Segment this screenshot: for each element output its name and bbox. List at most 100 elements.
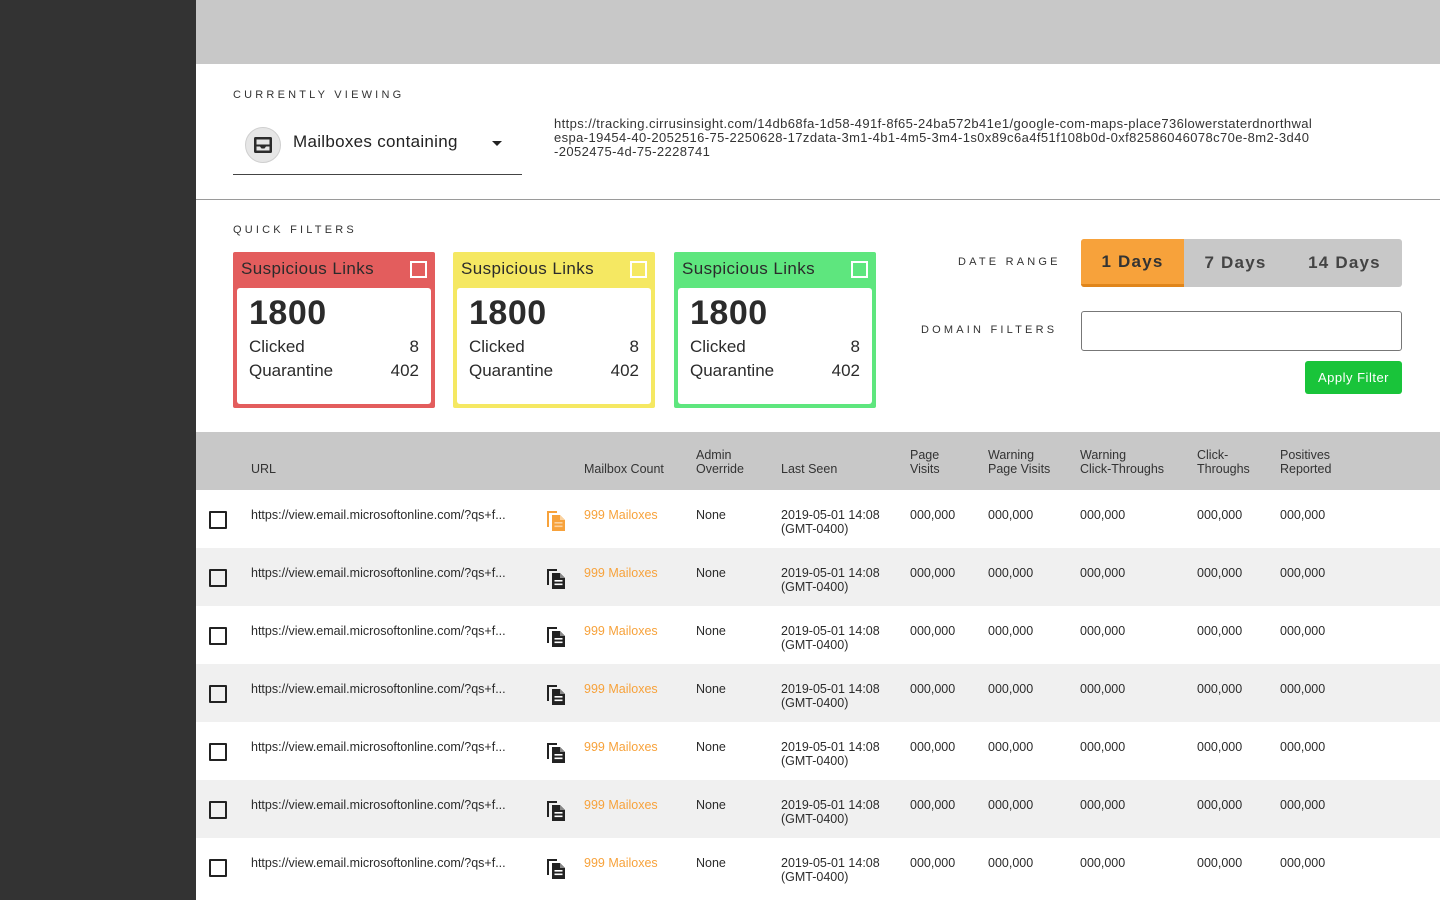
last-seen-cell: 2019-05-01 14:08 (GMT-0400) <box>781 682 880 710</box>
quarantine-value: 402 <box>610 361 639 380</box>
last-seen-cell: 2019-05-01 14:08 (GMT-0400) <box>781 624 880 652</box>
quick-filter-card-green[interactable]: Suspicious Links 1800 Clicked 8 Quarantin… <box>674 252 876 408</box>
click-throughs-cell: 000,000 <box>1197 856 1243 870</box>
warning-click-throughs-cell: 000,000 <box>1080 856 1126 870</box>
table-row[interactable]: https://view.email.microsoftonline.com/?… <box>196 664 1440 722</box>
row-checkbox[interactable] <box>209 743 227 761</box>
clicked-label: Clicked <box>249 337 305 356</box>
row-checkbox[interactable] <box>209 627 227 645</box>
mailbox-count-link[interactable]: 999 Mailoxes <box>584 856 658 870</box>
table-row[interactable]: https://view.email.microsoftonline.com/?… <box>196 606 1440 664</box>
table-row[interactable]: https://view.email.microsoftonline.com/?… <box>196 548 1440 606</box>
warning-page-visits-cell: 000,000 <box>988 740 1034 754</box>
row-checkbox[interactable] <box>209 859 227 877</box>
quick-filter-checkbox[interactable] <box>851 260 868 278</box>
warning-click-throughs-cell: 000,000 <box>1080 682 1126 696</box>
last-seen-cell: 2019-05-01 14:08 (GMT-0400) <box>781 508 880 536</box>
quick-filter-card-red[interactable]: Suspicious Links 1800 Clicked 8 Quarantin… <box>233 252 435 408</box>
column-last-seen[interactable]: Last Seen <box>781 462 837 476</box>
admin-override-cell: None <box>696 682 726 696</box>
mailbox-count-link[interactable]: 999 Mailoxes <box>584 798 658 812</box>
table-row[interactable]: https://view.email.microsoftonline.com/?… <box>196 490 1440 548</box>
last-seen-cell: 2019-05-01 14:08 (GMT-0400) <box>781 740 880 768</box>
date-14-days-button[interactable]: 14 Days <box>1287 239 1402 287</box>
date-1-days-button[interactable]: 1 Days <box>1081 239 1184 287</box>
column-positives-reported[interactable]: Positives Reported <box>1280 448 1331 476</box>
row-checkbox[interactable] <box>209 511 227 529</box>
quick-filter-body: 1800 Clicked 8 Quarantine 402 <box>237 288 431 404</box>
positives-reported-cell: 000,000 <box>1280 508 1326 522</box>
url-cell: https://view.email.microsoftonline.com/?… <box>251 682 506 696</box>
quarantine-value: 402 <box>390 361 419 380</box>
mailbox-count-link[interactable]: 999 Mailoxes <box>584 740 658 754</box>
column-warning-click-throughs[interactable]: Warning Click-Throughs <box>1080 448 1164 476</box>
clicked-label: Clicked <box>469 337 525 356</box>
column-warning-page-visits[interactable]: Warning Page Visits <box>988 448 1050 476</box>
column-click-throughs[interactable]: Click- Throughs <box>1197 448 1250 476</box>
page-visits-cell: 000,000 <box>910 624 956 638</box>
quick-filter-body: 1800 Clicked 8 Quarantine 402 <box>457 288 651 404</box>
warning-click-throughs-cell: 000,000 <box>1080 798 1126 812</box>
date-range-toggle: 1 Days 7 Days 14 Days <box>1081 239 1402 287</box>
mailbox-count-link[interactable]: 999 Mailoxes <box>584 682 658 696</box>
row-checkbox[interactable] <box>209 801 227 819</box>
mailbox-filter-value: Mailboxes containing <box>293 132 458 151</box>
click-throughs-cell: 000,000 <box>1197 740 1243 754</box>
quarantine-label: Quarantine <box>249 361 334 380</box>
apply-filter-button[interactable]: Apply Filter <box>1305 361 1402 394</box>
mailbox-count-link[interactable]: 999 Mailoxes <box>584 508 658 522</box>
column-mailbox-count[interactable]: Mailbox Count <box>584 462 664 476</box>
quick-filter-count: 1800 <box>690 294 768 332</box>
copy-icon[interactable] <box>545 566 567 590</box>
positives-reported-cell: 000,000 <box>1280 624 1326 638</box>
warning-click-throughs-cell: 000,000 <box>1080 508 1126 522</box>
copy-icon[interactable] <box>545 740 567 764</box>
quick-filter-title: Suspicious Links <box>241 259 375 278</box>
inbox-icon <box>245 127 281 163</box>
last-seen-cell: 2019-05-01 14:08 (GMT-0400) <box>781 566 880 594</box>
positives-reported-cell: 000,000 <box>1280 682 1326 696</box>
copy-icon[interactable] <box>545 508 567 532</box>
click-throughs-cell: 000,000 <box>1197 566 1243 580</box>
row-checkbox[interactable] <box>209 569 227 587</box>
mailbox-count-link[interactable]: 999 Mailoxes <box>584 624 658 638</box>
table-row[interactable]: https://view.email.microsoftonline.com/?… <box>196 838 1440 896</box>
quick-filter-title: Suspicious Links <box>461 259 595 278</box>
warning-page-visits-cell: 000,000 <box>988 798 1034 812</box>
date-7-days-button[interactable]: 7 Days <box>1184 239 1287 287</box>
admin-override-cell: None <box>696 566 726 580</box>
clicked-label: Clicked <box>690 337 746 356</box>
domain-filter-input[interactable] <box>1081 311 1402 351</box>
page-visits-cell: 000,000 <box>910 798 956 812</box>
quick-filter-card-yellow[interactable]: Suspicious Links 1800 Clicked 8 Quarantin… <box>453 252 655 408</box>
column-url[interactable]: URL <box>251 462 276 476</box>
table-row[interactable]: https://view.email.microsoftonline.com/?… <box>196 780 1440 838</box>
links-table: URL Mailbox Count Admin Override Last Se… <box>196 432 1440 896</box>
url-cell: https://view.email.microsoftonline.com/?… <box>251 740 506 754</box>
quick-filter-checkbox[interactable] <box>630 260 647 278</box>
column-page-visits[interactable]: Page Visits <box>910 448 940 476</box>
copy-icon[interactable] <box>545 682 567 706</box>
table-row[interactable]: https://view.email.microsoftonline.com/?… <box>196 722 1440 780</box>
copy-icon[interactable] <box>545 624 567 648</box>
positives-reported-cell: 000,000 <box>1280 798 1326 812</box>
date-range-label: DATE RANGE <box>958 256 1061 268</box>
quick-filter-count: 1800 <box>249 294 327 332</box>
positives-reported-cell: 000,000 <box>1280 566 1326 580</box>
warning-page-visits-cell: 000,000 <box>988 682 1034 696</box>
quick-filter-body: 1800 Clicked 8 Quarantine 402 <box>678 288 872 404</box>
row-checkbox[interactable] <box>209 685 227 703</box>
quarantine-label: Quarantine <box>469 361 554 380</box>
mailbox-filter-select[interactable]: Mailboxes containing <box>233 123 522 175</box>
sidebar <box>0 0 196 900</box>
warning-click-throughs-cell: 000,000 <box>1080 624 1126 638</box>
main-content: CURRENTLY VIEWING Mailboxes containing h… <box>196 64 1440 900</box>
mailbox-count-link[interactable]: 999 Mailoxes <box>584 566 658 580</box>
column-admin-override[interactable]: Admin Override <box>696 448 744 476</box>
copy-icon[interactable] <box>545 856 567 880</box>
warning-click-throughs-cell: 000,000 <box>1080 566 1126 580</box>
copy-icon[interactable] <box>545 798 567 822</box>
quick-filter-checkbox[interactable] <box>410 260 427 278</box>
admin-override-cell: None <box>696 856 726 870</box>
clicked-value: 8 <box>850 337 860 356</box>
